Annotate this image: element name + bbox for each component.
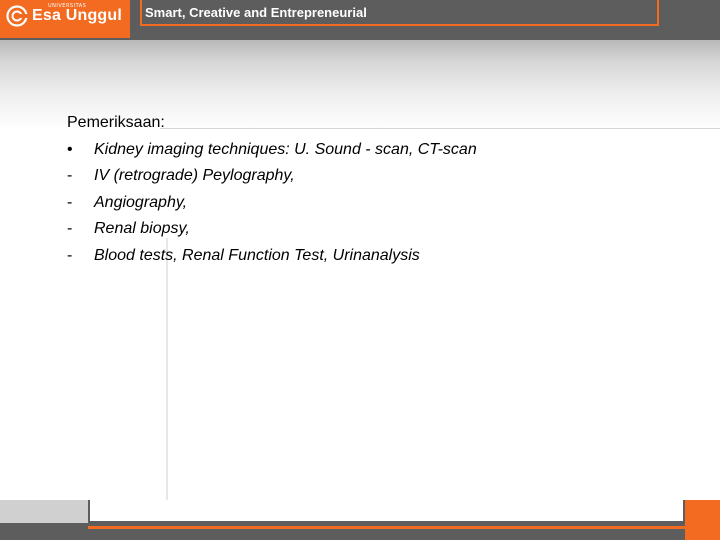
footer-left-block [0,500,88,523]
tagline: Smart, Creative and Entrepreneurial [145,5,367,20]
list-item-text: Renal biopsy, [94,220,190,237]
dash-marker: - [67,246,73,264]
list-item: - Renal biopsy, [67,216,687,243]
list-item-text: Kidney imaging techniques: U. Sound - sc… [94,140,477,158]
footer-panel [88,500,685,523]
header-bar: UNIVERSITAS Esa Unggul Smart, Creative a… [0,0,720,40]
list-item-text: IV (retrograde) Peylography, [94,167,295,184]
logo: UNIVERSITAS Esa Unggul [0,0,130,38]
logo-name: Esa Unggul [32,7,123,24]
esa-unggul-logo-icon [6,5,28,27]
list-item: - Angiography, [67,190,687,217]
content-heading: Pemeriksaan: [67,114,165,131]
list-item: • Kidney imaging techniques: U. Sound - … [67,137,687,164]
slide-content: Pemeriksaan: • Kidney imaging techniques… [67,110,687,269]
list-item: - Blood tests, Renal Function Test, Urin… [67,243,687,270]
dash-marker: - [67,220,73,237]
dash-marker: - [67,193,73,211]
list-item-text: Blood tests, Renal Function Test, Urinan… [94,246,420,264]
decorative-vertical-line [166,238,168,500]
list-item-text: Angiography, [94,193,188,211]
list-item: - IV (retrograde) Peylography, [67,163,687,190]
footer-accent-line [88,526,685,529]
footer-accent-block [685,500,720,540]
bullet-marker: • [67,140,73,158]
dash-marker: - [67,167,73,184]
